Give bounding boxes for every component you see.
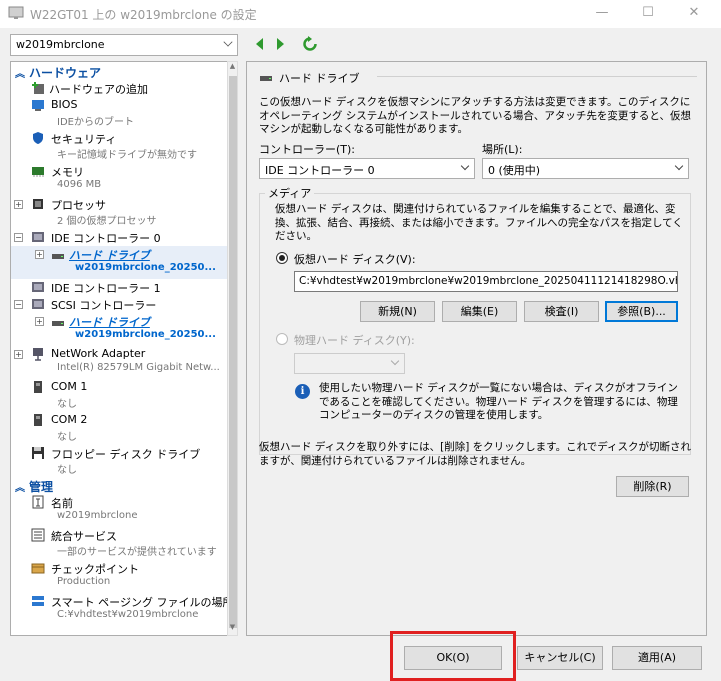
collapse-icon: ︽	[15, 68, 25, 80]
browse-button[interactable]: 参照(B)...	[605, 301, 678, 322]
hard-drive-icon	[52, 321, 64, 326]
divider	[377, 76, 697, 77]
tree-item-add-hardware[interactable]: ハードウェアの追加	[11, 80, 237, 97]
integration-services-icon	[31, 528, 45, 542]
tree-item-bios[interactable]: BIOS IDEからのブート	[11, 97, 237, 130]
maximize-button[interactable]: ☐	[638, 4, 658, 22]
tree-item-com1[interactable]: COM 1 なし	[11, 379, 237, 412]
network-adapter-icon	[33, 348, 43, 361]
expand-icon[interactable]: +	[14, 350, 23, 359]
tree-item-ide0-hard-drive[interactable]: + ハード ドライブ w2019mbrclone_20250...	[11, 246, 237, 279]
memory-icon	[32, 167, 44, 177]
management-section-header[interactable]: ︽ 管理	[11, 478, 237, 494]
refresh-icon[interactable]	[302, 36, 318, 52]
virtual-disk-path-input[interactable]: C:¥vhdtest¥w2019mbrclone¥w2019mbrclone_2…	[294, 271, 678, 292]
smart-paging-icon	[32, 596, 44, 606]
chevron-down-icon	[460, 161, 470, 171]
location-select[interactable]: 0 (使用中)	[482, 158, 689, 179]
tree-item-ide-controller-1[interactable]: IDE コントローラー 1	[11, 279, 237, 296]
tree-item-name[interactable]: 名前 w2019mbrclone	[11, 494, 237, 527]
scrollbar-thumb[interactable]	[229, 76, 237, 628]
panel-title: ハード ドライブ	[259, 70, 360, 86]
hard-drive-icon	[260, 76, 272, 81]
vm-select-value: w2019mbrclone	[16, 38, 105, 51]
tree-scrollbar[interactable]: ▲ ▼	[227, 61, 238, 636]
shield-icon	[33, 132, 43, 144]
inspect-button[interactable]: 検査(I)	[524, 301, 599, 322]
right-scrollbar[interactable]	[707, 28, 721, 636]
bios-icon	[32, 100, 44, 111]
media-description: 仮想ハード ディスクは、関連付けられているファイルを編集することで、最適化、変換…	[275, 203, 683, 242]
add-hardware-icon	[32, 82, 44, 94]
scroll-up-icon[interactable]: ▲	[228, 62, 237, 74]
scroll-down-icon[interactable]: ▼	[228, 623, 237, 635]
controller-label: コントローラー(T):	[259, 143, 356, 156]
physical-disk-label: 物理ハード ディスク(Y):	[294, 334, 415, 347]
info-icon: i	[295, 384, 310, 399]
attach-description: この仮想ハード ディスクを仮想マシンにアタッチする方法は変更できます。このディス…	[259, 96, 691, 135]
ide-controller-icon	[32, 232, 44, 242]
cancel-button[interactable]: キャンセル(C)	[517, 646, 603, 670]
remove-button[interactable]: 削除(R)	[616, 476, 689, 497]
tree-item-floppy-drive[interactable]: フロッピー ディスク ドライブ なし	[11, 445, 237, 478]
tree-item-security[interactable]: セキュリティ キー記憶域ドライブが無効です	[11, 130, 237, 163]
tree-item-integration-services[interactable]: 統合サービス 一部のサービスが提供されています	[11, 527, 237, 560]
hyperv-settings-icon	[8, 6, 24, 19]
tree-item-scsi-hard-drive[interactable]: + ハード ドライブ w2019mbrclone_20250...	[11, 313, 237, 346]
tree-item-com2[interactable]: COM 2 なし	[11, 412, 237, 445]
virtual-disk-label: 仮想ハード ディスク(V):	[294, 253, 416, 266]
back-arrow-icon[interactable]	[252, 36, 268, 52]
close-button[interactable]: ✕	[684, 4, 704, 22]
floppy-disk-icon	[32, 447, 44, 459]
hard-drive-icon	[52, 254, 64, 259]
settings-tree: ︽ ハードウェア ハードウェアの追加 BIOS IDEからのブート セキュリティ…	[10, 61, 238, 636]
tree-item-ide-controller-0[interactable]: − IDE コントローラー 0	[11, 229, 237, 246]
apply-button[interactable]: 適用(A)	[612, 646, 702, 670]
location-label: 場所(L):	[482, 143, 523, 156]
tree-item-smart-paging[interactable]: スマート ページング ファイルの場所 C:¥vhdtest¥w2019mbrcl…	[11, 593, 237, 626]
highlight-box	[390, 631, 516, 681]
expand-icon[interactable]: +	[35, 317, 44, 326]
tree-item-processor[interactable]: + プロセッサ 2 個の仮想プロセッサ	[11, 196, 237, 229]
chevron-down-icon	[390, 356, 400, 366]
ide-controller-icon	[32, 282, 44, 292]
expand-icon[interactable]: +	[14, 200, 23, 209]
new-button[interactable]: 新規(N)	[360, 301, 435, 322]
minimize-button[interactable]: —	[592, 4, 612, 22]
tree-item-scsi-controller[interactable]: − SCSI コントローラー	[11, 296, 237, 313]
physical-disk-info: 使用したい物理ハード ディスクが一覧にない場合は、ディスクがオフラインであること…	[319, 382, 678, 421]
hard-drive-settings-panel: ハード ドライブ この仮想ハード ディスクを仮想マシンにアタッチする方法は変更で…	[246, 61, 707, 636]
remove-description: 仮想ハード ディスクを取り外すには、[削除] をクリックします。これでディスクが…	[259, 441, 692, 467]
edit-button[interactable]: 編集(E)	[442, 301, 517, 322]
name-icon	[32, 495, 44, 509]
tree-item-checkpoint[interactable]: チェックポイント Production	[11, 560, 237, 593]
window-title: W22GT01 上の w2019mbrclone の設定	[30, 8, 257, 22]
hardware-section-header[interactable]: ︽ ハードウェア	[11, 64, 237, 80]
media-label: メディア	[265, 185, 315, 201]
controller-select[interactable]: IDE コントローラー 0	[259, 158, 475, 179]
physical-disk-radio[interactable]	[276, 333, 288, 345]
checkpoint-icon	[31, 563, 45, 574]
chevron-down-icon	[223, 37, 233, 47]
vm-select[interactable]: w2019mbrclone	[10, 34, 238, 56]
com-port-icon	[34, 381, 42, 393]
chevron-down-icon	[674, 161, 684, 171]
title-bar: W22GT01 上の w2019mbrclone の設定 — ☐ ✕	[0, 0, 721, 28]
collapse-icon[interactable]: −	[14, 233, 23, 242]
tree-item-memory[interactable]: メモリ 4096 MB	[11, 163, 237, 196]
tree-item-network-adapter[interactable]: + NetWork Adapter Intel(R) 82579LM Gigab…	[11, 346, 237, 379]
collapse-icon: ︽	[15, 482, 25, 494]
forward-arrow-icon[interactable]	[272, 36, 288, 52]
expand-icon[interactable]: +	[35, 250, 44, 259]
scsi-controller-icon	[32, 299, 44, 309]
physical-disk-select[interactable]	[294, 353, 405, 374]
virtual-disk-radio[interactable]	[276, 252, 288, 264]
processor-icon	[33, 199, 43, 209]
collapse-icon[interactable]: −	[14, 300, 23, 309]
com-port-icon	[34, 414, 42, 426]
